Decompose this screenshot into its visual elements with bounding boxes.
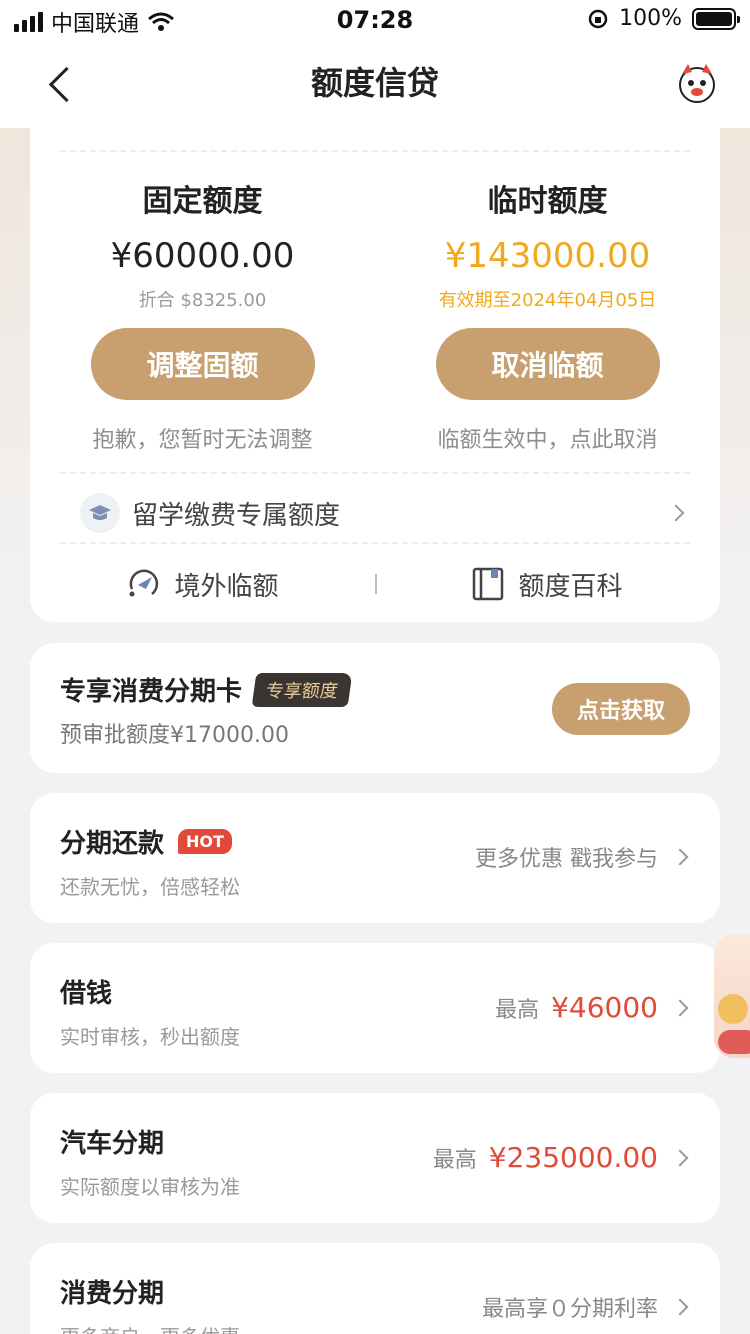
service-right: 最高 ¥46000 <box>495 991 694 1024</box>
service-title: 消费分期 <box>60 1273 164 1310</box>
service-right: 最高享０分期利率 <box>482 1291 694 1323</box>
service-title-text: 消费分期 <box>60 1279 165 1309</box>
chevron-right-icon <box>666 501 690 525</box>
red-tag <box>718 1030 750 1054</box>
study-limit-label: 留学缴费专属额度 <box>132 500 341 531</box>
hot-badge: HOT <box>178 829 232 854</box>
limit-encyclopedia-link[interactable]: 额度百科 <box>375 566 720 603</box>
status-right: 100% <box>587 6 740 31</box>
divider <box>60 150 690 152</box>
temp-limit-expiry: 有效期至2024年04月05日 <box>438 290 657 311</box>
service-title-text: 分期还款 <box>60 829 165 859</box>
service-card-borrow[interactable]: 借钱 实时审核，秒出额度 最高 ¥46000 <box>30 943 720 1073</box>
coin-icon <box>718 994 748 1024</box>
service-right: 最高 ¥235000.00 <box>433 1141 694 1174</box>
tool-label: 额度百科 <box>518 571 623 602</box>
temp-limit-section: 临时额度 ¥143000.00 有效期至2024年04月05日 取消临额 临额生… <box>375 176 720 454</box>
tool-row: 境外临额 额度百科 <box>30 558 720 610</box>
chevron-right-icon <box>670 845 694 869</box>
temp-limit-amount: ¥143000.00 <box>444 236 651 276</box>
cancel-temp-limit-button[interactable]: 取消临额 <box>435 328 660 400</box>
service-max-value: ¥46000 <box>551 991 658 1024</box>
service-right-text: 最高 <box>495 997 540 1023</box>
service-subtitle: 实际额度以审核为准 <box>60 1175 240 1199</box>
battery-percent: 100% <box>619 6 682 31</box>
service-right-text: 最高享０分期利率 <box>481 1297 658 1322</box>
service-title: 借钱 <box>60 973 112 1010</box>
plane-circle-icon <box>129 569 159 597</box>
divider <box>60 542 690 544</box>
status-bar: 中国联通 07:28 100% <box>0 0 750 40</box>
chevron-right-icon <box>670 1146 694 1170</box>
installment-card-promo[interactable]: 专享消费分期卡 专享额度 预审批额度¥17000.00 点击获取 <box>30 643 720 773</box>
fixed-limit-equivalent: 折合 $8325.00 <box>138 290 267 311</box>
service-subtitle: 实时审核，秒出额度 <box>60 1025 240 1049</box>
service-title-text: 借钱 <box>60 979 113 1009</box>
service-subtitle: 还款无忧，倍感轻松 <box>60 875 240 899</box>
floating-promo-badge[interactable] <box>714 934 750 1058</box>
service-right: 更多优惠 戳我参与 <box>475 841 694 873</box>
promo-preapproved: 预审批额度¥17000.00 <box>60 723 289 748</box>
mascot-icon[interactable] <box>674 60 720 106</box>
fixed-limit-label: 固定额度 <box>142 184 263 219</box>
service-title: 汽车分期 <box>60 1123 164 1160</box>
chevron-right-icon <box>670 996 694 1020</box>
service-subtitle: 更多商户，更多优惠 <box>60 1321 240 1334</box>
rotation-lock-icon <box>588 9 608 28</box>
page-title: 额度信贷 <box>310 64 439 102</box>
nav-bar: 额度信贷 <box>0 40 750 128</box>
promo-title-text: 专享消费分期卡 <box>60 677 243 707</box>
service-card-installment-repayment[interactable]: 分期还款 HOT 还款无忧，倍感轻松 更多优惠 戳我参与 <box>30 793 720 923</box>
tool-divider <box>375 574 377 594</box>
service-title: 分期还款 HOT <box>60 823 232 860</box>
book-icon <box>473 567 504 601</box>
promo-tag: 专享额度 <box>251 672 353 707</box>
temp-limit-note[interactable]: 临额生效中，点此取消 <box>375 422 720 454</box>
service-max-value: ¥235000.00 <box>488 1141 658 1174</box>
study-limit-row[interactable]: 留学缴费专属额度 <box>60 484 690 542</box>
service-card-car-installment[interactable]: 汽车分期 实际额度以审核为准 最高 ¥235000.00 <box>30 1093 720 1223</box>
service-title-text: 汽车分期 <box>60 1129 165 1159</box>
adjust-fixed-limit-button[interactable]: 调整固额 <box>90 328 315 400</box>
tool-label: 境外临额 <box>174 571 279 602</box>
limits-card: 固定额度 ¥60000.00 折合 $8325.00 调整固额 抱歉，您暂时无法… <box>30 128 720 622</box>
battery-icon <box>692 7 740 30</box>
overseas-temp-limit-link[interactable]: 境外临额 <box>30 566 375 603</box>
fixed-limit-note: 抱歉，您暂时无法调整 <box>92 428 313 453</box>
chevron-right-icon <box>670 1295 694 1319</box>
service-card-consumer-installment[interactable]: 消费分期 更多商户，更多优惠 最高享０分期利率 <box>30 1243 720 1334</box>
temp-limit-label: 临时额度 <box>487 184 608 219</box>
promo-title: 专享消费分期卡 专享额度 <box>60 671 353 708</box>
service-right-text: 更多优惠 戳我参与 <box>475 847 658 872</box>
fixed-limit-section: 固定额度 ¥60000.00 折合 $8325.00 调整固额 抱歉，您暂时无法… <box>30 176 375 454</box>
get-now-button[interactable]: 点击获取 <box>552 683 690 735</box>
graduation-cap-icon <box>80 493 120 533</box>
service-right-text: 最高 <box>432 1147 477 1173</box>
divider <box>60 472 690 474</box>
fixed-limit-amount: ¥60000.00 <box>110 236 295 276</box>
